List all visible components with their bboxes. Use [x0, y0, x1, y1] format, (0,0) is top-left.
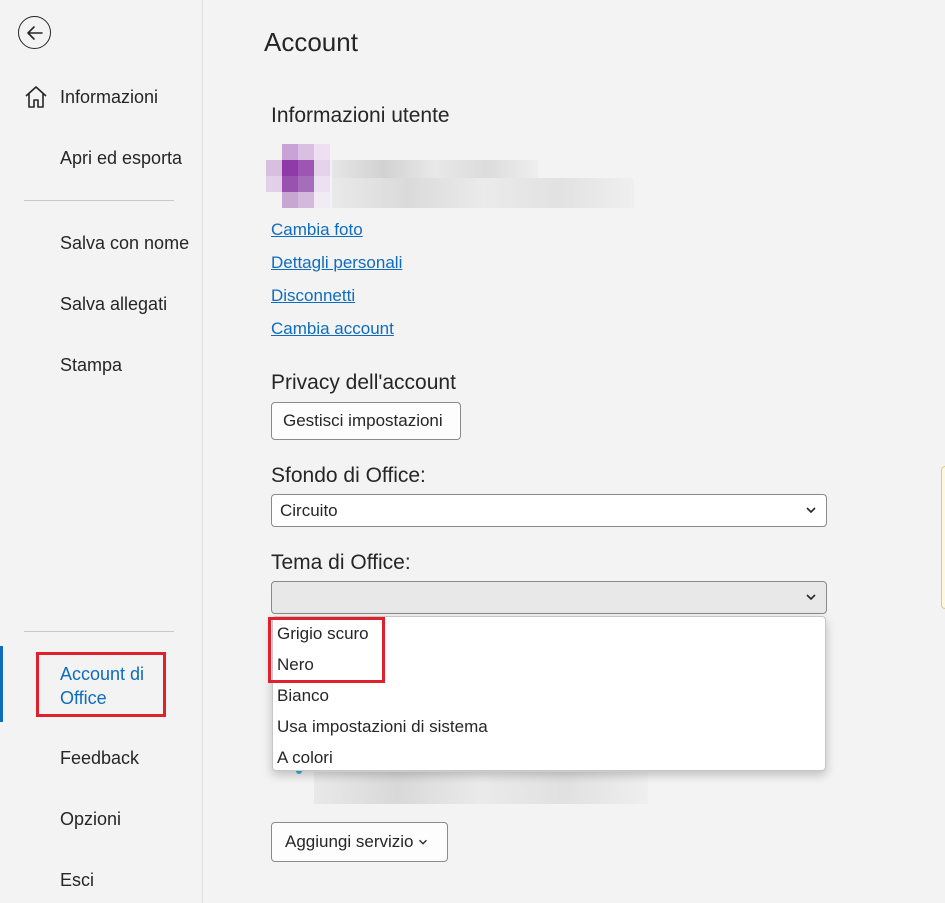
- manage-settings-button[interactable]: Gestisci impostazioni: [271, 402, 461, 440]
- redacted-user-email: [332, 178, 634, 208]
- nav-salva-con-nome[interactable]: Salva con nome: [60, 233, 189, 254]
- theme-option-sistema[interactable]: Usa impostazioni di sistema: [277, 717, 488, 737]
- nav-apri-ed-esporta[interactable]: Apri ed esporta: [60, 148, 182, 169]
- privacy-heading: Privacy dell'account: [271, 371, 456, 394]
- personal-details-link[interactable]: Dettagli personali: [271, 253, 402, 273]
- side-panel-edge: [941, 466, 945, 609]
- chevron-down-icon: [806, 507, 816, 514]
- add-service-label: Aggiungi servizio: [285, 832, 414, 851]
- nav-opzioni[interactable]: Opzioni: [60, 809, 121, 830]
- change-photo-link[interactable]: Cambia foto: [271, 220, 363, 240]
- chevron-down-icon: [806, 594, 816, 601]
- nav-esci[interactable]: Esci: [60, 870, 94, 891]
- nav-salva-allegati[interactable]: Salva allegati: [60, 294, 167, 315]
- add-service-button[interactable]: Aggiungi servizio: [271, 822, 448, 862]
- chevron-down-icon: [418, 839, 427, 845]
- annotation-highlight-box: [268, 617, 385, 683]
- redacted-connected-service: [314, 772, 648, 804]
- nav-stampa[interactable]: Stampa: [60, 355, 122, 376]
- background-heading: Sfondo di Office:: [271, 464, 426, 487]
- active-indicator: [0, 646, 3, 722]
- sign-out-link[interactable]: Disconnetti: [271, 286, 355, 306]
- nav-feedback[interactable]: Feedback: [60, 748, 139, 769]
- avatar: [266, 144, 330, 208]
- background-selected-value: Circuito: [280, 500, 338, 520]
- page-title: Account: [264, 27, 358, 57]
- arrow-left-icon: [26, 25, 43, 40]
- theme-select[interactable]: [271, 581, 827, 614]
- user-info-heading: Informazioni utente: [271, 104, 450, 127]
- theme-option-bianco[interactable]: Bianco: [277, 686, 329, 706]
- manage-settings-label: Gestisci impostazioni: [283, 411, 443, 430]
- theme-option-a-colori[interactable]: A colori: [277, 748, 333, 768]
- sidebar-divider: [24, 631, 174, 632]
- theme-heading: Tema di Office:: [271, 551, 411, 574]
- backstage-sidebar: Informazioni Apri ed esporta Salva con n…: [0, 0, 203, 903]
- annotation-highlight-box: [36, 652, 166, 717]
- nav-informazioni[interactable]: Informazioni: [60, 87, 158, 108]
- redacted-user-name: [332, 160, 538, 178]
- back-button[interactable]: [18, 16, 51, 49]
- background-select[interactable]: Circuito: [271, 494, 827, 527]
- home-icon: [25, 86, 47, 108]
- switch-account-link[interactable]: Cambia account: [271, 319, 394, 339]
- sidebar-divider: [24, 200, 174, 201]
